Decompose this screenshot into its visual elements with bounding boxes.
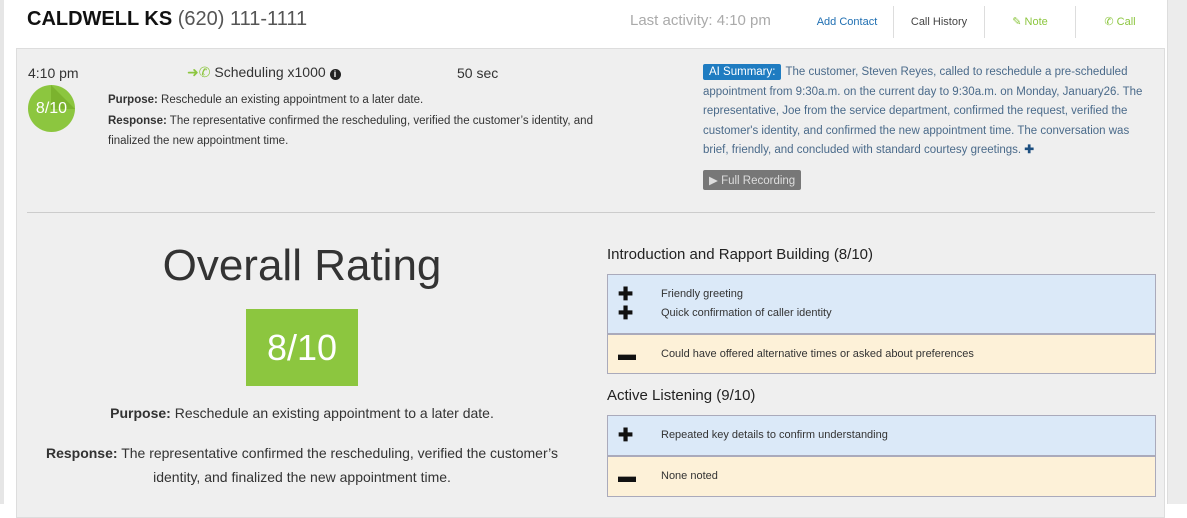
call-label: Call: [1116, 16, 1136, 28]
left-edge: [0, 0, 4, 504]
plus-icon: ✚: [618, 284, 634, 304]
divider: [984, 6, 985, 38]
response-text: The representative confirmed the resched…: [108, 115, 593, 147]
call-time: 4:10 pm: [28, 65, 79, 81]
negative-item: ▬ Could have offered alternative times or…: [608, 345, 1155, 364]
contact-name: CALDWELL KS: [27, 8, 173, 30]
call-duration: 50 sec: [457, 65, 499, 81]
call-type: ➜✆ Scheduling x1000 i: [187, 64, 341, 81]
score-value: 8/10: [35, 100, 68, 117]
ai-summary-badge: AI Summary:: [703, 64, 782, 80]
positive-item: ✚ Quick confirmation of caller identity: [608, 304, 1155, 323]
contact-header: CALDWELL KS (620) 111-1111: [27, 8, 307, 31]
item-text: Repeated key details to confirm understa…: [661, 429, 888, 441]
inbound-call-icon: ➜✆: [187, 64, 211, 80]
purpose: Purpose: Reschedule an existing appointm…: [108, 90, 608, 110]
call-type-label: Scheduling x1000: [214, 64, 326, 80]
positives-box: ✚ Repeated key details to confirm underst…: [607, 415, 1156, 456]
negatives-box: ▬ Could have offered alternative times or…: [607, 334, 1156, 374]
phone-icon: ✆: [1104, 16, 1114, 28]
divider: [1075, 6, 1076, 38]
positives-box: ✚ Friendly greeting ✚ Quick confirmation o…: [607, 274, 1156, 334]
response-label: Response:: [108, 115, 167, 127]
section-title: Active Listening (9/10): [607, 387, 756, 404]
plus-icon: ✚: [618, 425, 634, 445]
divider: [27, 212, 1155, 213]
ai-summary: AI Summary: The customer, Steven Reyes, c…: [703, 63, 1153, 161]
note-button[interactable]: ✎ Note: [990, 6, 1070, 38]
expand-plus-icon[interactable]: ✚: [1024, 144, 1034, 156]
note-label: Note: [1024, 16, 1048, 28]
negative-item: ▬ None noted: [608, 467, 1155, 486]
item-text: Friendly greeting: [661, 288, 743, 300]
overall-rating-score: 8/10: [246, 309, 358, 386]
response-text: The representative confirmed the resched…: [121, 445, 559, 485]
divider: [893, 6, 894, 38]
score-circle: 8/10: [28, 85, 75, 132]
item-text: None noted: [661, 470, 718, 482]
contact-phone: (620) 111-1111: [177, 8, 308, 30]
call-panel: 4:10 pm 8/10 ➜✆ Scheduling x1000 i 50 se…: [16, 48, 1165, 518]
play-icon: ▶: [709, 175, 718, 187]
info-icon[interactable]: i: [329, 69, 341, 80]
item-text: Could have offered alternative times or …: [661, 348, 974, 360]
rating-purpose: Purpose: Reschedule an existing appointm…: [17, 401, 587, 425]
overall-rating-title: Overall Rating: [162, 241, 442, 290]
purpose-text: Reschedule an existing appointment to a …: [161, 94, 424, 106]
minus-icon: ▬: [618, 344, 636, 364]
last-activity: Last activity: 4:10 pm: [630, 12, 771, 29]
plus-icon: ✚: [618, 303, 634, 323]
section-title: Introduction and Rapport Building (8/10): [607, 246, 874, 263]
positive-item: ✚ Repeated key details to confirm underst…: [608, 426, 1155, 445]
full-recording-button[interactable]: ▶ Full Recording: [703, 170, 802, 190]
purpose-label: Purpose:: [108, 94, 158, 106]
pencil-icon: ✎: [1012, 16, 1022, 28]
response-label: Response:: [45, 445, 118, 461]
add-contact-link[interactable]: Add Contact: [808, 6, 886, 38]
positive-item: ✚ Friendly greeting: [608, 285, 1155, 304]
purpose-label: Purpose:: [110, 405, 171, 421]
negatives-box: ▬ None noted: [607, 456, 1156, 497]
recording-label: Full Recording: [721, 175, 796, 187]
purpose-text: Reschedule an existing appointment to a …: [174, 405, 494, 421]
rating-response: Response: The representative confirmed t…: [17, 441, 587, 489]
scrollbar[interactable]: [1167, 0, 1187, 504]
item-text: Quick confirmation of caller identity: [661, 307, 832, 319]
response: Response: The representative confirmed t…: [108, 111, 608, 151]
call-history-link[interactable]: Call History: [900, 6, 978, 38]
minus-icon: ▬: [618, 466, 636, 486]
call-button[interactable]: ✆ Call: [1080, 6, 1160, 38]
